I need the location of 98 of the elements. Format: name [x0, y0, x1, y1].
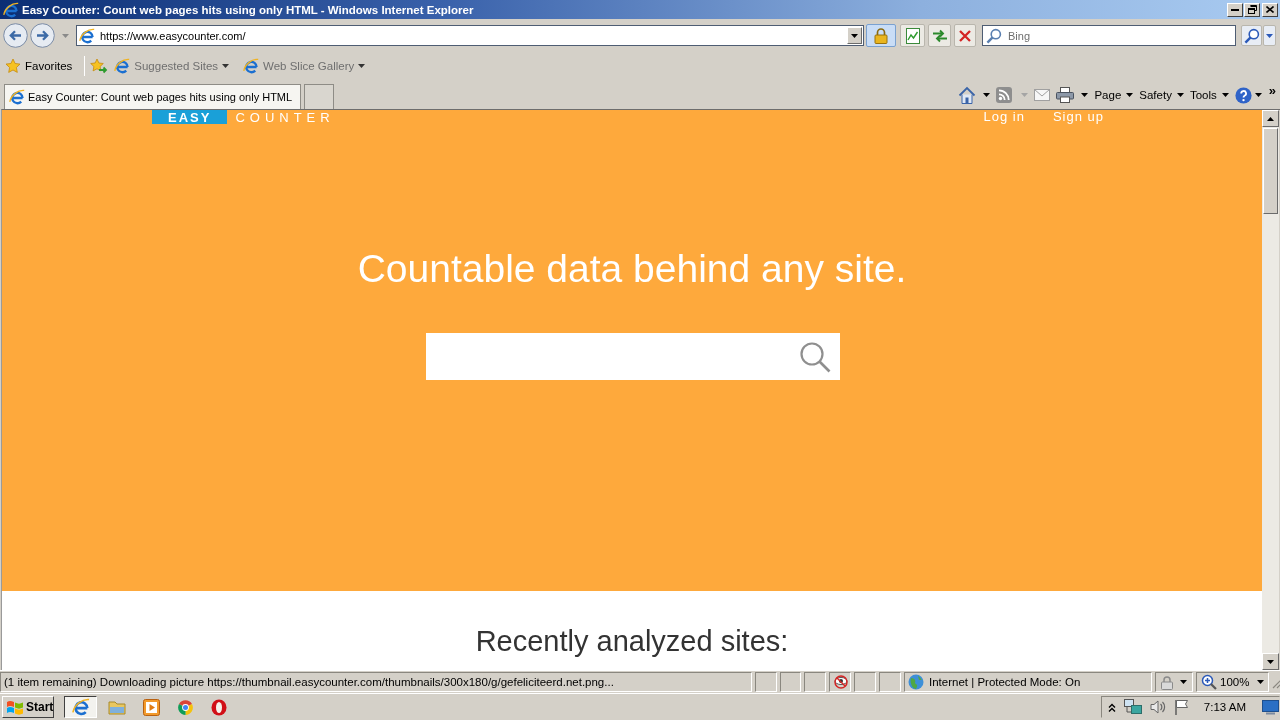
scroll-up-button[interactable] — [1262, 110, 1279, 127]
printer-icon — [1056, 87, 1075, 103]
more-commands-button[interactable]: » — [1264, 83, 1277, 107]
caret-icon — [1221, 93, 1229, 97]
broken-page-icon — [905, 27, 920, 44]
search-button[interactable] — [1241, 25, 1262, 46]
security-status-button[interactable] — [1155, 672, 1193, 692]
e-logo-icon — [79, 27, 95, 44]
zoom-level-button[interactable]: 100% — [1196, 672, 1269, 692]
caret-icon — [1021, 93, 1029, 97]
start-button[interactable]: Start — [2, 696, 54, 718]
home-icon — [958, 86, 977, 104]
back-button[interactable] — [3, 23, 28, 48]
network-tray-button[interactable] — [1123, 699, 1142, 715]
caret-icon — [1081, 93, 1089, 97]
play-icon — [142, 698, 160, 716]
caret-icon — [1266, 33, 1273, 38]
privacy-report-button[interactable] — [829, 672, 851, 692]
e-logo-icon — [71, 698, 90, 716]
compatibility-view-button[interactable] — [900, 24, 925, 47]
caret-icon — [1254, 93, 1262, 97]
caret-icon — [851, 33, 858, 38]
desktop-icon — [1262, 699, 1279, 715]
e-logo-icon — [3, 1, 19, 18]
eye-blocked-icon — [834, 675, 848, 689]
clock: 7:13 AM — [1203, 701, 1246, 713]
caret-icon — [62, 33, 69, 38]
search-icon — [799, 340, 831, 373]
caret-icon — [983, 93, 991, 97]
caret-icon — [1180, 680, 1187, 684]
close-icon — [1266, 6, 1274, 13]
search-icon — [1243, 27, 1260, 44]
feed-icon — [996, 87, 1013, 103]
globe-icon — [908, 674, 924, 690]
cross-icon — [959, 29, 971, 42]
flag-icon — [1173, 699, 1190, 715]
status-pane — [879, 672, 901, 692]
show-desktop-button[interactable] — [1262, 699, 1279, 715]
zone-text: Internet | Protected Mode: On — [929, 676, 1081, 688]
star-arrow-icon — [90, 58, 109, 74]
command-menu-button[interactable]: Page — [1091, 84, 1137, 106]
minimize-button[interactable] — [1227, 2, 1243, 17]
folder-icon — [108, 699, 126, 715]
refresh-button[interactable] — [928, 24, 951, 47]
search-input[interactable]: Bing — [1008, 26, 1235, 45]
envelope-icon — [1034, 89, 1051, 101]
browser-tab[interactable]: Easy Counter: Count web pages hits using only HTML — [4, 84, 301, 109]
status-pane — [755, 672, 777, 692]
e-logo-icon — [243, 58, 260, 74]
stop-button[interactable] — [954, 24, 976, 47]
action-center-button[interactable] — [1173, 699, 1190, 715]
status-message: (1 item remaining) Downloading picture https://thumbnail.easycounter.com/thumbnails/300x180/g/gefeliciteerd.net.png... — [4, 676, 614, 688]
speaker-icon — [1149, 699, 1166, 715]
refresh-icon — [931, 28, 948, 43]
search-options-button[interactable] — [1263, 25, 1276, 46]
e-logo-icon — [114, 58, 131, 74]
favorites-button[interactable]: Favorites — [4, 55, 76, 77]
command-menu-button[interactable]: Tools — [1186, 84, 1232, 106]
tricolor-circle-icon — [176, 698, 194, 716]
section-heading: Recently analyzed sites: — [475, 624, 789, 658]
caret-icon — [1257, 680, 1264, 684]
window-title: Easy Counter: Count web pages hits using only HTML - Windows Internet Explorer — [22, 3, 475, 16]
star-icon — [5, 58, 21, 74]
restore-icon — [1247, 5, 1257, 14]
caret-icon — [1126, 93, 1134, 97]
triangle-up-icon — [1267, 116, 1274, 121]
show-hidden-icons-button[interactable] — [1107, 702, 1116, 712]
scrollbar-thumb[interactable] — [1263, 128, 1278, 214]
search-box[interactable]: Bing — [982, 25, 1236, 46]
close-button[interactable] — [1262, 2, 1278, 17]
command-menu-button[interactable]: Safety — [1136, 84, 1187, 106]
status-pane — [804, 672, 826, 692]
status-pane — [780, 672, 801, 692]
padlock-icon — [1160, 674, 1174, 690]
minimize-icon — [1231, 8, 1239, 11]
zoom-in-icon — [1201, 674, 1217, 690]
caret-icon — [358, 64, 366, 68]
chevron-up-icon — [1107, 702, 1116, 712]
caret-icon — [222, 64, 230, 68]
padlock-icon — [873, 27, 889, 44]
ring-icon — [211, 698, 227, 716]
caret-icon — [1176, 93, 1184, 97]
network-icon — [1123, 699, 1142, 715]
forward-button[interactable] — [30, 23, 55, 48]
triangle-down-icon — [1267, 659, 1274, 664]
hero-headline: Countable data behind any site. — [357, 246, 907, 292]
scroll-down-button[interactable] — [1262, 653, 1279, 670]
search-icon — [986, 27, 1002, 44]
volume-tray-button[interactable] — [1149, 699, 1166, 715]
status-pane — [854, 672, 876, 692]
logo-text: COUNTER — [235, 110, 335, 124]
address-dropdown-button[interactable] — [847, 27, 862, 44]
restore-button[interactable] — [1244, 2, 1260, 17]
e-logo-icon — [9, 89, 25, 105]
taskbar-button[interactable] — [64, 696, 97, 718]
help-icon — [1234, 86, 1252, 104]
wavy-flag-icon — [6, 699, 24, 715]
logo-badge: EASY — [152, 110, 228, 124]
